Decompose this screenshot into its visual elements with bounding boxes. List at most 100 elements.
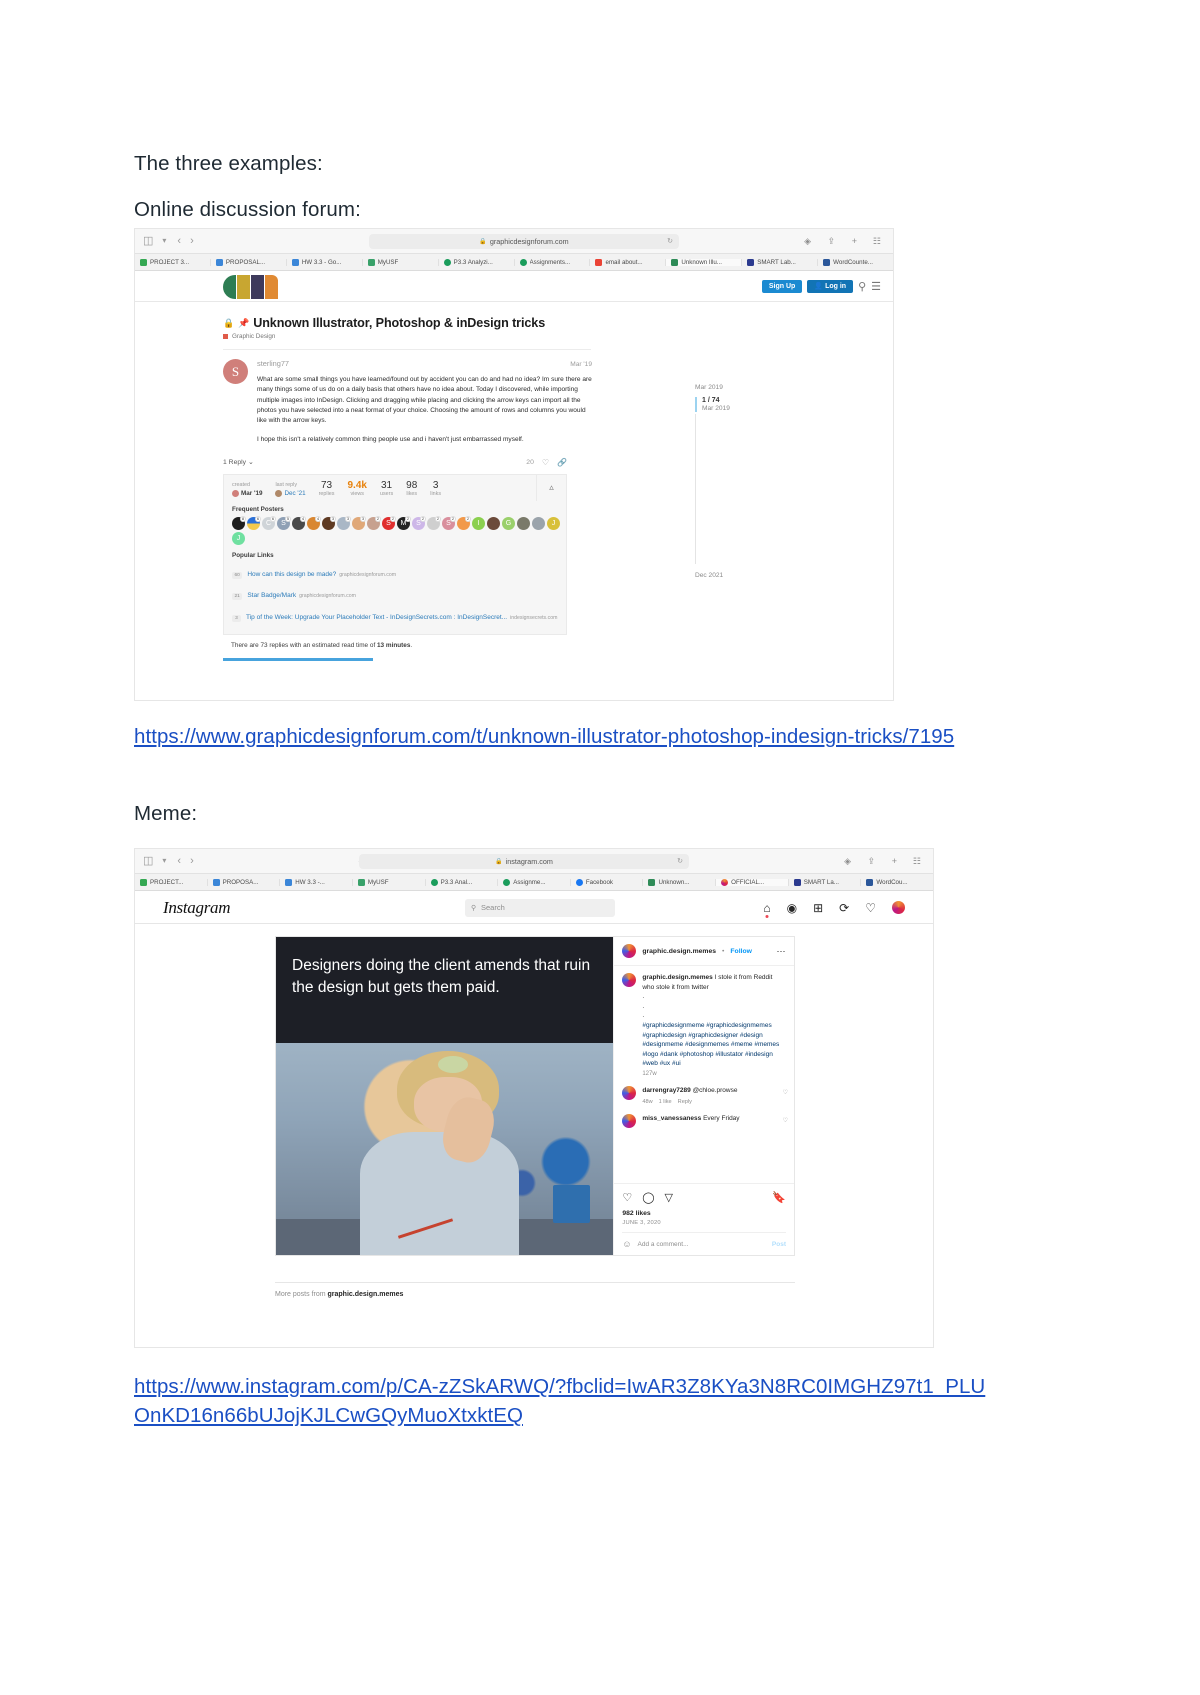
tab-overview-icon[interactable]: ☷ — [873, 236, 881, 247]
avatar[interactable]: S2 — [382, 515, 396, 530]
avatar[interactable]: 3 — [352, 515, 366, 530]
home-icon[interactable]: ⌂ — [763, 902, 771, 918]
log-in-button[interactable]: 👤 Log in — [807, 280, 854, 293]
bookmark-icon[interactable]: 🔖 — [772, 1191, 786, 1204]
bookmark-item[interactable]: Assignments... — [515, 258, 591, 266]
share-icon[interactable]: ⇪ — [827, 236, 835, 247]
bookmark-item[interactable]: P3.3 Anal... — [426, 878, 499, 886]
instagram-logo[interactable]: Instagram — [163, 898, 231, 918]
avatar[interactable] — [622, 973, 637, 987]
back-arrow-icon[interactable]: ‹ — [177, 235, 181, 247]
search-icon[interactable]: ⚲ — [858, 280, 866, 293]
bookmark-item[interactable]: PROPOSA... — [208, 878, 281, 886]
bookmark-item[interactable]: P3.3 Analyzi... — [439, 258, 515, 266]
sign-up-button[interactable]: Sign Up — [761, 280, 803, 293]
post-comment-button[interactable]: Post — [772, 1241, 786, 1248]
new-post-icon[interactable]: ⊞ — [813, 902, 823, 914]
messenger-icon[interactable]: ◉ — [787, 902, 797, 914]
add-comment-row[interactable]: ☺ Add a comment... Post — [622, 1232, 786, 1255]
avatar[interactable] — [622, 1113, 637, 1128]
share-icon[interactable]: ⇪ — [867, 856, 875, 867]
avatar[interactable]: 4 — [307, 515, 321, 530]
comment-likes[interactable]: 1 like — [659, 1098, 672, 1108]
avatar[interactable] — [487, 516, 500, 530]
bookmark-item[interactable]: PROPOSAL... — [211, 258, 287, 266]
stat-value[interactable]: Dec '21 — [284, 490, 305, 497]
timeline-track[interactable] — [695, 414, 696, 564]
sidebar-icon[interactable]: ◫ — [143, 235, 153, 247]
search-input[interactable]: ⚲ Search — [465, 898, 615, 917]
caption-author[interactable]: graphic.design.memes — [642, 974, 712, 981]
address-bar[interactable]: 🔒 graphicdesignforum.com ↻ — [369, 233, 679, 249]
tab-overview-icon[interactable]: ☷ — [913, 856, 921, 867]
download-icon[interactable]: ◈ — [844, 856, 851, 867]
comment-icon[interactable]: ◯ — [642, 1191, 654, 1204]
address-bar[interactable]: 🔒 instagram.com ↻ — [359, 853, 689, 869]
add-comment-input[interactable]: Add a comment... — [638, 1241, 689, 1248]
hamburger-menu-icon[interactable]: ☰ — [871, 280, 881, 293]
follow-button[interactable]: Follow — [730, 948, 752, 955]
avatar[interactable]: 3 — [337, 515, 351, 530]
avatar[interactable]: M2 — [397, 515, 411, 530]
comment-reply-button[interactable]: Reply — [678, 1098, 692, 1108]
popular-link-row[interactable]: 3 Tip of the Week: Upgrade Your Placehol… — [232, 606, 558, 624]
bookmark-item[interactable]: PROJECT... — [135, 878, 208, 886]
instagram-url-link[interactable]: https://www.instagram.com/p/CA-zZSkARWQ/… — [134, 1372, 994, 1430]
heart-icon[interactable]: ♡ — [622, 1191, 632, 1204]
avatar[interactable]: C6 — [262, 515, 276, 530]
bookmark-item[interactable]: WordCounte... — [818, 258, 893, 266]
popular-link-row[interactable]: 60 How can this design be made? graphicde… — [232, 563, 558, 581]
more-options-icon[interactable]: ⋯ — [777, 946, 787, 957]
back-arrow-icon[interactable]: ‹ — [177, 855, 181, 867]
heart-icon[interactable]: ♡ — [783, 1117, 788, 1124]
bookmark-item[interactable]: SMART Lab... — [742, 258, 819, 266]
bookmark-item[interactable]: SMART La... — [789, 878, 862, 886]
forum-url-link[interactable]: https://www.graphicdesignforum.com/t/unk… — [134, 722, 994, 751]
avatar[interactable]: 4 — [292, 515, 306, 530]
bookmark-item[interactable]: MyUSF — [363, 258, 439, 266]
avatar[interactable]: J — [232, 531, 245, 545]
bookmark-item[interactable]: MyUSF — [353, 878, 426, 886]
avatar[interactable]: 8 — [232, 515, 246, 530]
avatar[interactable]: S2 — [412, 515, 426, 530]
graphic-design-forum-logo[interactable] — [223, 274, 278, 299]
avatar[interactable]: I — [472, 516, 485, 530]
bookmark-item[interactable]: HW 3.3 -... — [280, 878, 353, 886]
avatar[interactable]: 3 — [322, 515, 336, 530]
avatar[interactable]: 2 — [367, 515, 381, 530]
avatar[interactable]: S2 — [442, 515, 456, 530]
link-title[interactable]: Star Badge/Mark — [247, 592, 296, 599]
reload-icon[interactable]: ↻ — [667, 237, 673, 245]
avatar[interactable] — [517, 516, 530, 530]
bookmark-item[interactable]: Unknown... — [643, 878, 717, 886]
share-icon[interactable]: ▽ — [665, 1191, 673, 1204]
comment-author[interactable]: miss_vanessaness — [642, 1115, 701, 1122]
chevron-down-icon[interactable]: ▾ — [162, 237, 166, 245]
avatar[interactable] — [622, 944, 637, 958]
avatar[interactable]: 2 — [457, 515, 471, 530]
avatar[interactable]: S5 — [277, 515, 291, 530]
bookmark-item[interactable]: WordCou... — [861, 878, 933, 886]
avatar[interactable]: 6 — [247, 515, 261, 530]
bookmark-item-active[interactable]: Unknown Illu... — [666, 258, 743, 266]
bookmark-item[interactable]: HW 3.3 - Go... — [287, 258, 363, 266]
bookmark-item[interactable]: email about... — [590, 258, 667, 266]
caption-hashtags[interactable]: #graphicdesignmeme #graphicdesignmemes #… — [642, 1022, 779, 1067]
heart-icon[interactable]: ♡ — [542, 458, 549, 467]
more-posts-account[interactable]: graphic.design.memes — [328, 1291, 404, 1298]
avatar[interactable]: S — [223, 359, 248, 384]
avatar[interactable] — [532, 516, 545, 530]
forward-arrow-icon[interactable]: › — [190, 235, 194, 247]
heart-icon[interactable]: ♡ — [783, 1089, 788, 1096]
reply-toggle[interactable]: 1 Reply ⌄ — [223, 458, 254, 466]
avatar[interactable]: J — [547, 516, 560, 530]
comment-author[interactable]: darrengray7289 — [642, 1087, 690, 1094]
link-title[interactable]: How can this design be made? — [247, 571, 336, 578]
chevron-up-icon[interactable]: ▵ — [536, 474, 566, 501]
bookmark-item[interactable]: PROJECT 3... — [135, 258, 211, 266]
plus-icon[interactable]: + — [892, 856, 897, 866]
explore-icon[interactable]: ⟳ — [839, 902, 849, 914]
emoji-icon[interactable]: ☺ — [622, 1239, 631, 1249]
topic-category[interactable]: Graphic Design — [223, 333, 893, 340]
profile-avatar[interactable] — [892, 901, 905, 914]
